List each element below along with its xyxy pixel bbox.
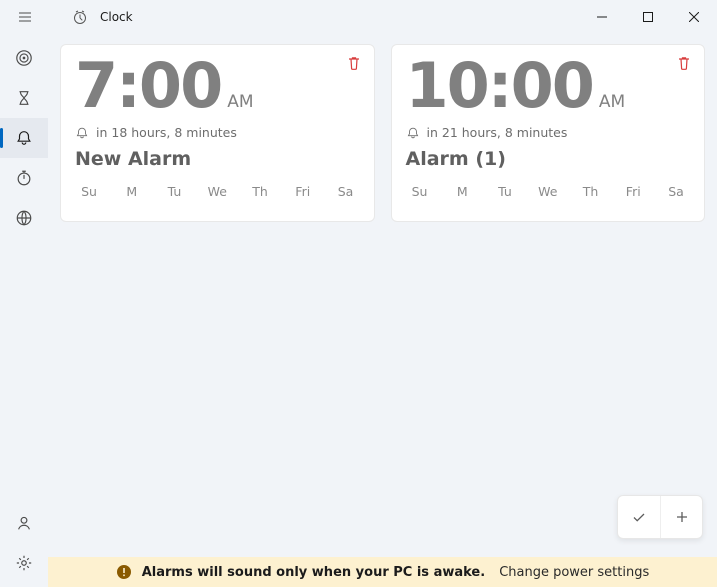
warning-icon: [116, 564, 132, 580]
alarm-time: 10:00: [406, 55, 593, 117]
day: Fri: [621, 184, 645, 199]
nav-focus-sessions[interactable]: [0, 38, 48, 78]
app-icon: [72, 9, 88, 25]
day: M: [120, 184, 144, 199]
minimize-button[interactable]: [579, 0, 625, 34]
day: Sa: [334, 184, 358, 199]
delete-alarm-button[interactable]: [346, 55, 362, 75]
nav-world-clock[interactable]: [0, 198, 48, 238]
alarm-time: 7:00: [75, 55, 221, 117]
close-button[interactable]: [671, 0, 717, 34]
day: Th: [579, 184, 603, 199]
alarm-remaining: in 18 hours, 8 minutes: [96, 125, 237, 140]
alarm-remaining: in 21 hours, 8 minutes: [427, 125, 568, 140]
minimize-icon: [597, 12, 607, 22]
edit-alarms-button[interactable]: [618, 496, 660, 538]
alert-message: Alarms will sound only when your PC is a…: [142, 565, 485, 580]
menu-button[interactable]: [8, 0, 42, 34]
day: Tu: [493, 184, 517, 199]
nav-stopwatch[interactable]: [0, 158, 48, 198]
add-alarm-button[interactable]: [660, 496, 702, 538]
hourglass-icon: [15, 89, 33, 107]
maximize-icon: [643, 12, 653, 22]
alarm-card[interactable]: 7:00 AM in 18 hours, 8 minutes New Alarm…: [60, 44, 375, 222]
trash-icon: [676, 55, 692, 71]
nav-alarm[interactable]: [0, 118, 48, 158]
day: Fri: [291, 184, 315, 199]
nav-settings[interactable]: [0, 543, 48, 583]
day: M: [450, 184, 474, 199]
delete-alarm-button[interactable]: [676, 55, 692, 75]
close-icon: [689, 12, 699, 22]
days-row: Su M Tu We Th Fri Sa: [406, 184, 691, 199]
bell-small-icon: [406, 126, 420, 140]
alert-bar: Alarms will sound only when your PC is a…: [48, 557, 717, 587]
day: Tu: [163, 184, 187, 199]
titlebar: Clock: [0, 0, 717, 34]
hamburger-icon: [17, 9, 33, 25]
app-title: Clock: [100, 10, 133, 24]
alarm-card[interactable]: 10:00 AM in 21 hours, 8 minutes Alarm (1…: [391, 44, 706, 222]
target-icon: [15, 49, 33, 67]
change-power-settings-link[interactable]: Change power settings: [499, 565, 649, 580]
plus-icon: [674, 509, 690, 525]
alarm-name: New Alarm: [75, 148, 360, 170]
bell-icon: [15, 129, 33, 147]
nav-account[interactable]: [0, 503, 48, 543]
alarm-ampm: AM: [227, 92, 253, 112]
day: Th: [248, 184, 272, 199]
trash-icon: [346, 55, 362, 71]
fab-group: [617, 495, 703, 539]
stopwatch-icon: [15, 169, 33, 187]
maximize-button[interactable]: [625, 0, 671, 34]
day: Sa: [664, 184, 688, 199]
days-row: Su M Tu We Th Fri Sa: [75, 184, 360, 199]
globe-icon: [15, 209, 33, 227]
nav-timer[interactable]: [0, 78, 48, 118]
gear-icon: [15, 554, 33, 572]
main-content: 7:00 AM in 18 hours, 8 minutes New Alarm…: [48, 34, 717, 587]
bell-small-icon: [75, 126, 89, 140]
day: We: [205, 184, 229, 199]
check-icon: [631, 509, 647, 525]
sidebar: [0, 34, 48, 587]
alarm-name: Alarm (1): [406, 148, 691, 170]
alarm-ampm: AM: [599, 92, 625, 112]
day: Su: [408, 184, 432, 199]
day: We: [536, 184, 560, 199]
user-icon: [15, 514, 33, 532]
day: Su: [77, 184, 101, 199]
window-controls: [579, 0, 717, 34]
